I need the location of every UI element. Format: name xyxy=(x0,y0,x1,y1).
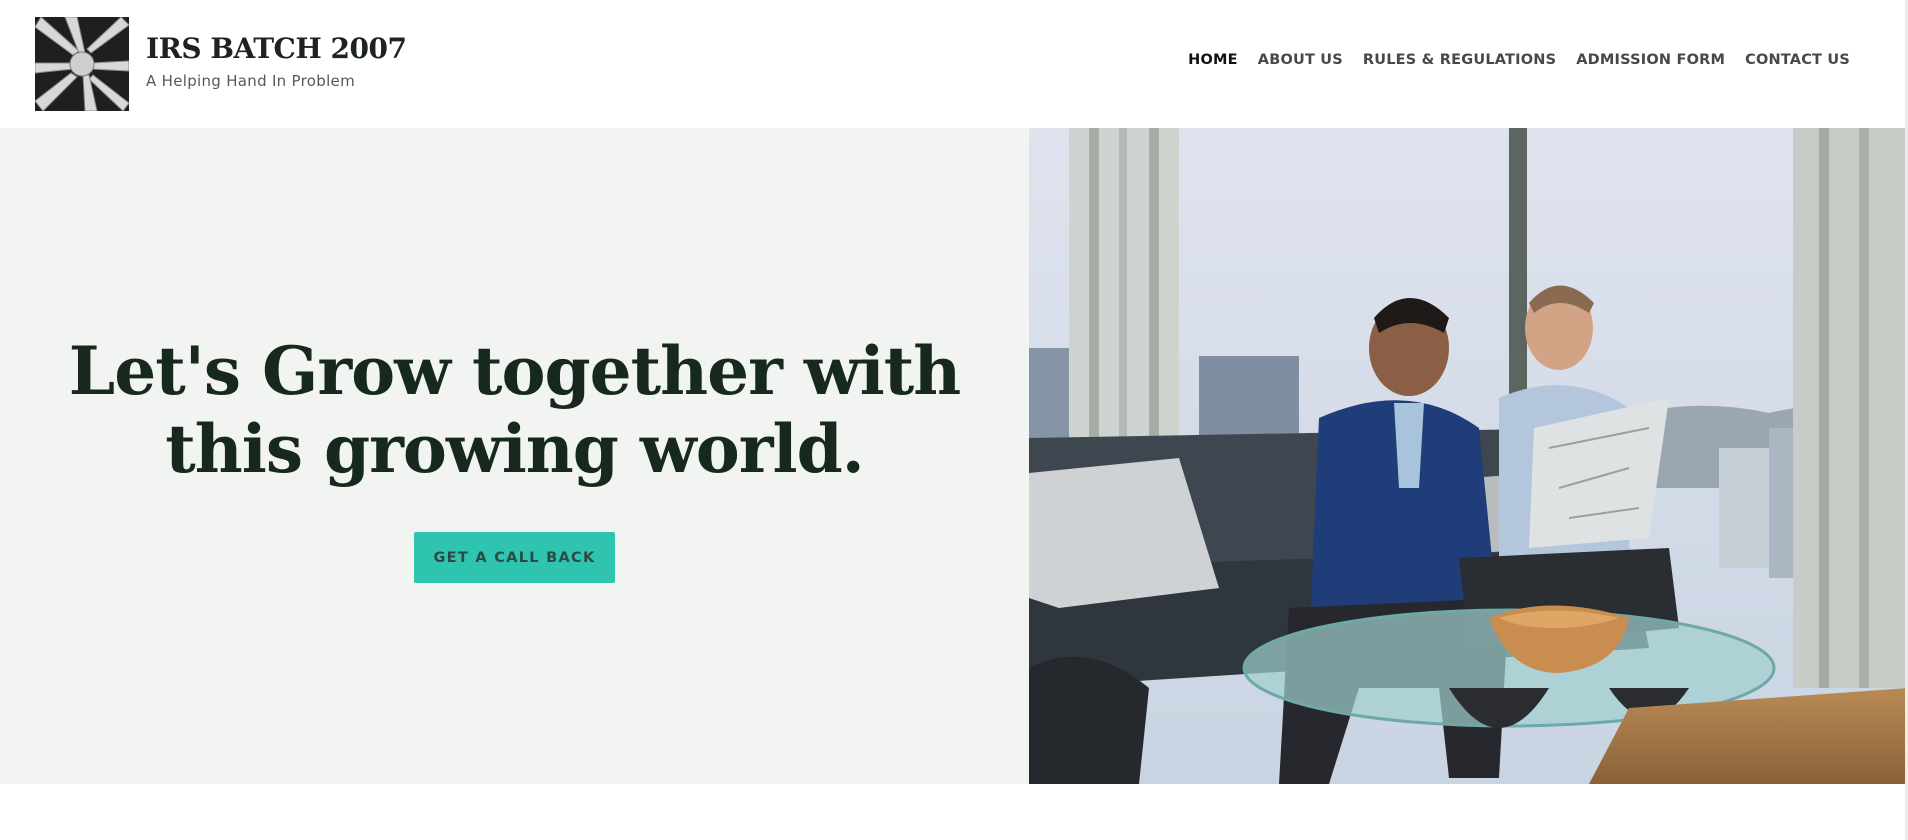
hero-image xyxy=(1029,128,1908,784)
hero-heading: Let's Grow together with this growing wo… xyxy=(0,332,1029,488)
site-logo[interactable] xyxy=(35,17,129,111)
site-tagline: A Helping Hand In Problem xyxy=(146,72,355,90)
hero-heading-line-1: Let's Grow together with xyxy=(68,332,961,410)
main-nav: HOME ABOUT US RULES & REGULATIONS ADMISS… xyxy=(1188,52,1850,68)
hands-together-logo-icon xyxy=(35,17,129,111)
nav-item-about-us[interactable]: ABOUT US xyxy=(1258,52,1343,68)
nav-item-home[interactable]: HOME xyxy=(1188,52,1238,68)
site-title[interactable]: IRS BATCH 2007 xyxy=(146,32,407,65)
nav-item-rules-regulations[interactable]: RULES & REGULATIONS xyxy=(1363,52,1556,68)
business-meeting-photo-icon xyxy=(1029,128,1908,784)
nav-item-contact-us[interactable]: CONTACT US xyxy=(1745,52,1850,68)
hero-heading-line-2: this growing world. xyxy=(165,410,864,488)
hero-section: Let's Grow together with this growing wo… xyxy=(0,128,1029,784)
get-call-back-button[interactable]: GET A CALL BACK xyxy=(414,532,615,583)
nav-item-admission-form[interactable]: ADMISSION FORM xyxy=(1576,52,1725,68)
site-header: IRS BATCH 2007 A Helping Hand In Problem… xyxy=(0,0,1908,128)
